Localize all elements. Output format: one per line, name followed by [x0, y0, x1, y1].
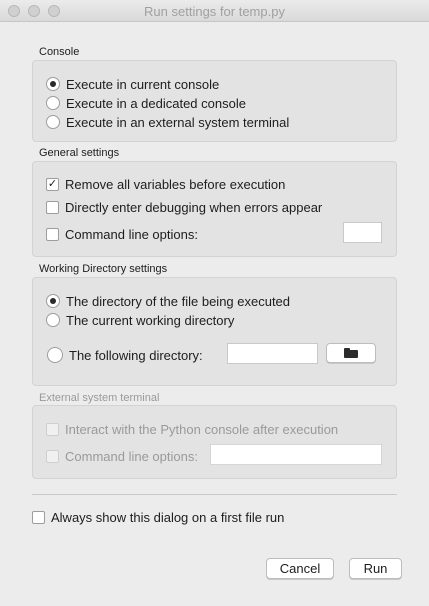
debug-on-error-option[interactable]: Directly enter debugging when errors app…	[46, 198, 322, 216]
external-cmdline-checkbox[interactable]	[46, 449, 59, 463]
interact-after-execution-option[interactable]: Interact with the Python console after e…	[46, 420, 338, 438]
console-option-dedicated[interactable]: Execute in a dedicated console	[46, 94, 246, 112]
external-section-label: External system terminal	[39, 392, 160, 404]
general-section-label: General settings	[39, 147, 120, 159]
workdir-path-field[interactable]	[227, 343, 318, 364]
always-show-checkbox[interactable]	[32, 510, 45, 524]
general-cmdline-option[interactable]: Command line options:	[46, 225, 198, 243]
debug-on-error-checkbox[interactable]	[46, 200, 59, 214]
external-cmdline-option[interactable]: Command line options:	[46, 447, 198, 465]
radio-file-directory[interactable]	[46, 294, 60, 308]
console-option-external[interactable]: Execute in an external system terminal	[46, 113, 289, 131]
workdir-option-cwd[interactable]: The current working directory	[46, 311, 234, 329]
external-cmdline-field[interactable]	[210, 444, 382, 465]
divider	[32, 494, 397, 495]
external-group	[32, 405, 397, 479]
workdir-section-label: Working Directory settings	[39, 263, 168, 275]
browse-directory-button[interactable]	[326, 343, 376, 363]
remove-variables-option[interactable]: ✓ Remove all variables before execution	[46, 175, 285, 193]
cancel-button[interactable]: Cancel	[266, 558, 334, 579]
radio-following-directory[interactable]	[47, 347, 63, 363]
radio-dedicated-console[interactable]	[46, 96, 60, 110]
workdir-option-file-dir[interactable]: The directory of the file being executed	[46, 292, 290, 310]
radio-external-terminal[interactable]	[46, 115, 60, 129]
run-button[interactable]: Run	[349, 558, 402, 579]
window-title: Run settings for temp.py	[144, 4, 285, 19]
remove-variables-checkbox[interactable]: ✓	[46, 177, 59, 191]
title-bar: Run settings for temp.py	[0, 0, 429, 22]
radio-current-working-directory[interactable]	[46, 313, 60, 327]
console-section-label: Console	[39, 46, 80, 58]
console-option-current[interactable]: Execute in current console	[46, 75, 219, 93]
workdir-option-following[interactable]: The following directory:	[47, 346, 203, 364]
radio-current-console[interactable]	[46, 77, 60, 91]
interact-after-execution-checkbox[interactable]	[46, 422, 59, 436]
general-cmdline-checkbox[interactable]	[46, 227, 59, 241]
always-show-option[interactable]: Always show this dialog on a first file …	[32, 508, 284, 526]
general-cmdline-field[interactable]	[343, 222, 382, 243]
folder-open-icon	[344, 348, 358, 358]
